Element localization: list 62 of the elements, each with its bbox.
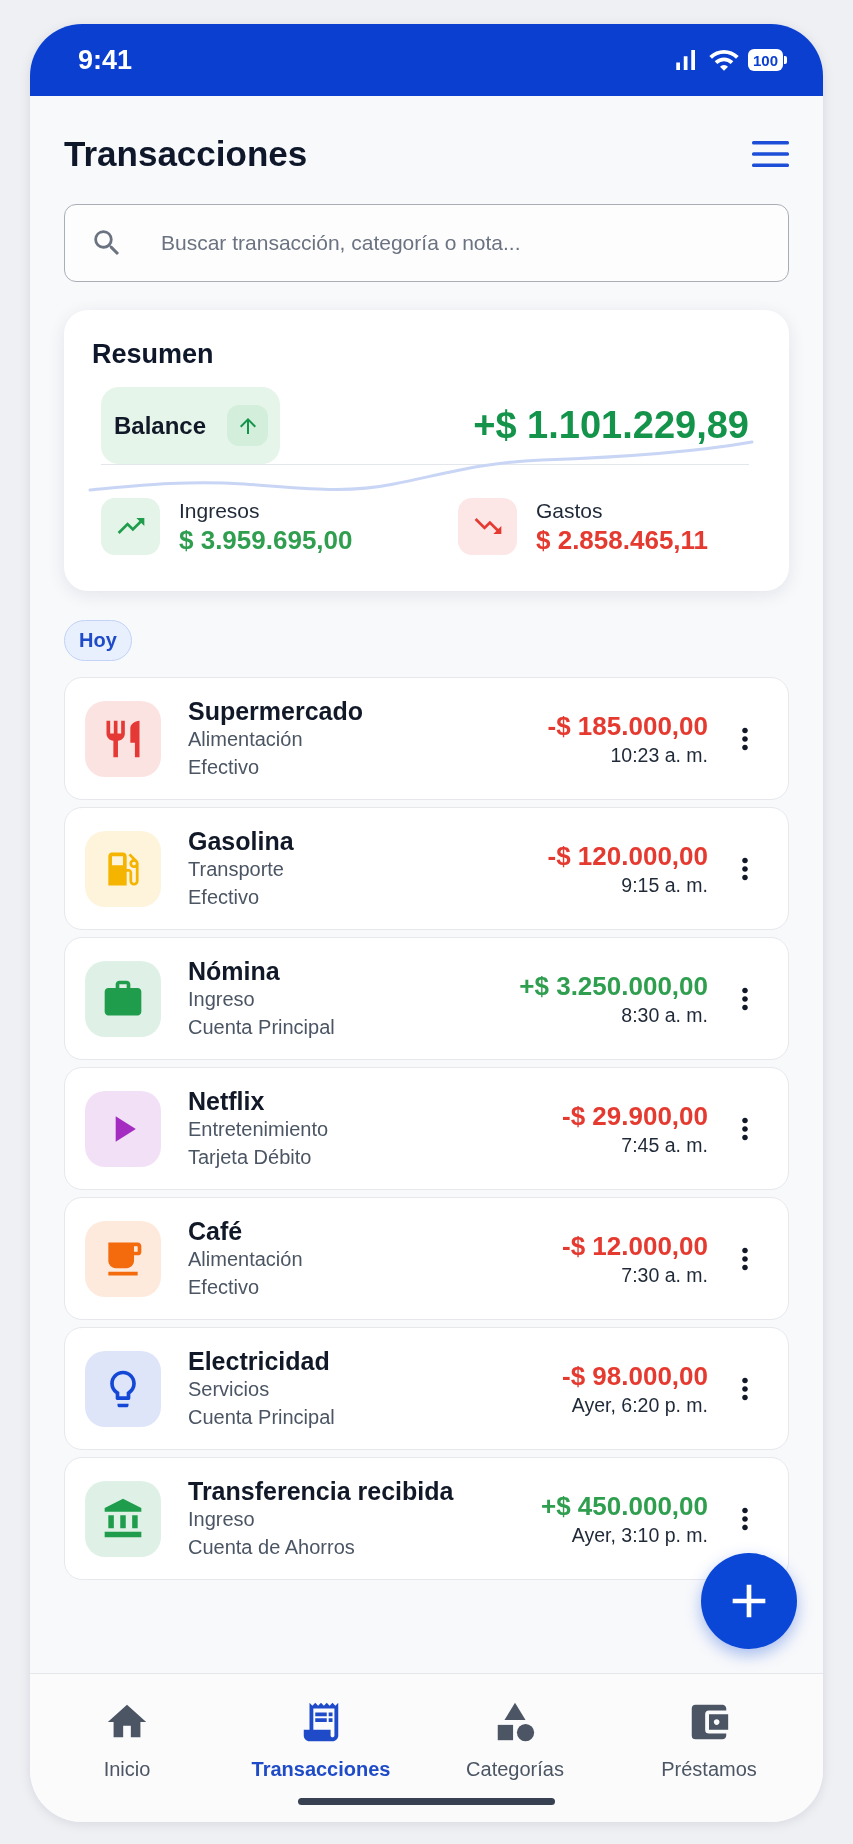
transaction-card[interactable]: Netflix Entretenimiento Tarjeta Débito -$ 29.900,00 7:45 a. m. — [64, 1067, 789, 1190]
add-button[interactable] — [701, 1553, 797, 1649]
transaction-account: Efectivo — [188, 1274, 261, 1300]
transaction-time: 8:30 a. m. — [621, 1002, 708, 1028]
transaction-account: Tarjeta Débito — [188, 1144, 313, 1170]
arrow-up-icon — [227, 405, 268, 446]
transaction-account: Cuenta Principal — [188, 1404, 336, 1430]
transaction-amount: +$ 3.250.000,00 — [519, 969, 708, 1002]
transaction-title: Transferencia recibida — [188, 1476, 455, 1505]
transaction-card[interactable]: Nómina Ingreso Cuenta Principal +$ 3.250.000,00 8:30 a. m. — [64, 937, 789, 1060]
search-field[interactable]: Buscar transacción, categoría o nota... — [64, 204, 789, 282]
date-chip: Hoy — [64, 620, 132, 661]
transaction-category: Transporte — [188, 856, 285, 882]
transaction-title: Netflix — [188, 1086, 266, 1115]
transaction-time: Ayer, 3:10 p. m. — [571, 1522, 708, 1548]
transaction-amount: -$ 185.000,00 — [547, 709, 708, 742]
transaction-category: Entretenimiento — [188, 1116, 330, 1142]
transaction-amount: -$ 29.900,00 — [562, 1099, 708, 1132]
transaction-time: 7:45 a. m. — [621, 1132, 708, 1158]
trending-up-icon — [101, 497, 160, 555]
balance-amount: +$ 1.101.229,89 — [473, 404, 749, 447]
transaction-card[interactable]: Electricidad Servicios Cuenta Principal -$ 98.000,00 Ayer, 6:20 p. m. — [64, 1327, 789, 1450]
transaction-title: Café — [188, 1216, 244, 1245]
transaction-amount: -$ 98.000,00 — [562, 1359, 708, 1392]
transaction-card[interactable]: Supermercado Alimentación Efectivo -$ 185.000,00 10:23 a. m. — [64, 677, 789, 800]
transaction-time: 10:23 a. m. — [610, 742, 708, 768]
transaction-title: Supermercado — [188, 696, 365, 725]
transaction-card[interactable]: Café Alimentación Efectivo -$ 12.000,00 7:30 a. m. — [64, 1197, 789, 1320]
transaction-card[interactable]: Transferencia recibida Ingreso Cuenta de Ahorros +$ 450.000,00 Ayer, 3:10 p. m. — [64, 1457, 789, 1580]
transaction-account: Efectivo — [188, 884, 261, 910]
nav-tab[interactable]: Inicio — [30, 1674, 224, 1781]
expenses-amount: $ 2.858.465,11 — [536, 524, 709, 556]
summary-title: Resumen — [92, 338, 215, 370]
transaction-account: Cuenta Principal — [188, 1014, 336, 1040]
expenses-label: Gastos — [536, 498, 604, 524]
transaction-account: Cuenta de Ahorros — [188, 1534, 356, 1560]
transaction-amount: +$ 450.000,00 — [541, 1489, 708, 1522]
transaction-title: Gasolina — [188, 826, 295, 855]
transaction-card[interactable]: Gasolina Transporte Efectivo -$ 120.000,00 9:15 a. m. — [64, 807, 789, 930]
nav-tab[interactable]: Transacciones — [224, 1674, 418, 1781]
transaction-title: Electricidad — [188, 1346, 331, 1375]
transaction-category: Ingreso — [188, 986, 256, 1012]
menu-icon[interactable] — [752, 141, 789, 167]
income-amount: $ 3.959.695,00 — [179, 524, 353, 556]
transaction-time: Ayer, 6:20 p. m. — [571, 1392, 708, 1418]
transaction-time: 7:30 a. m. — [621, 1262, 708, 1288]
trending-down-icon — [458, 497, 517, 555]
transaction-category: Ingreso — [188, 1506, 256, 1532]
transaction-amount: -$ 120.000,00 — [547, 839, 708, 872]
transaction-category: Alimentación — [188, 726, 304, 752]
transaction-time: 9:15 a. m. — [621, 872, 708, 898]
transaction-category: Alimentación — [188, 1246, 304, 1272]
balance-label: Balance — [114, 411, 207, 440]
nav-tab[interactable]: Categorías — [418, 1674, 612, 1781]
transaction-category: Servicios — [188, 1376, 271, 1402]
transaction-account: Efectivo — [188, 754, 261, 780]
status-time: 9:41 — [78, 44, 133, 76]
page-title: Transacciones — [64, 134, 308, 174]
nav-tab[interactable]: Préstamos — [612, 1674, 806, 1781]
transaction-title: Nómina — [188, 956, 281, 985]
transaction-amount: -$ 12.000,00 — [562, 1229, 708, 1262]
income-label: Ingresos — [179, 498, 261, 524]
